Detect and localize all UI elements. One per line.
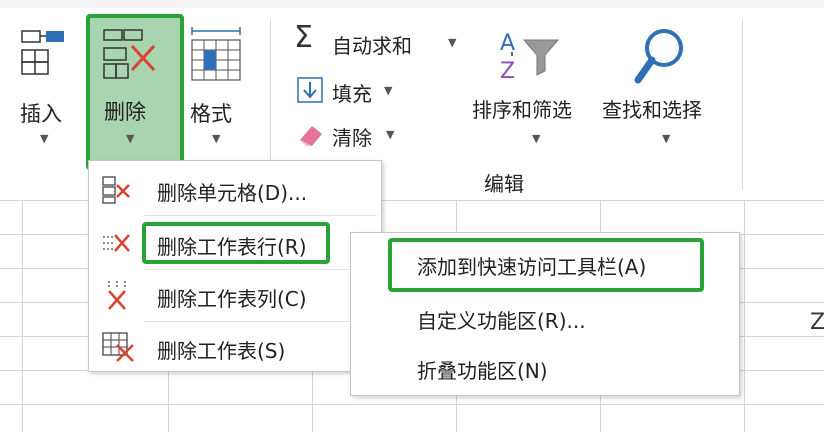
magnifier-icon (634, 29, 683, 84)
menu-item-delete-sheet[interactable]: 删除工作表(S) (89, 321, 381, 373)
format-label: 格式 (190, 102, 232, 126)
autosum-button[interactable]: Σ 自动求和 ▼ (292, 20, 468, 60)
sort-filter-label: 排序和筛选 (472, 98, 572, 122)
context-item-label: 折叠功能区(N) (417, 359, 548, 383)
fill-button[interactable]: 填充 ▼ (292, 72, 402, 108)
menu-separator (145, 215, 377, 216)
insert-label: 插入 (20, 102, 62, 126)
sigma-icon: Σ (294, 20, 313, 55)
ribbon-top-strip (0, 0, 824, 8)
fill-label: 填充 (332, 82, 372, 106)
sort-filter-button[interactable]: A Z 排序和筛选 ▼ (470, 24, 596, 150)
chevron-down-icon: ▼ (40, 132, 49, 145)
find-select-button[interactable]: 查找和选择 ▼ (600, 24, 726, 150)
clear-button[interactable]: 清除 ▼ (292, 116, 408, 152)
highlight-box (86, 14, 184, 170)
sort-filter-icon: A Z (500, 31, 560, 84)
delete-sheet-rows-icon (103, 234, 130, 252)
menu-item-delete-cells[interactable]: 删除单元格(D)... (89, 163, 381, 215)
eraser-icon (300, 126, 322, 146)
menu-item-label: 删除工作表(S) (157, 339, 286, 363)
autosum-label: 自动求和 (332, 34, 412, 58)
context-item-customize-ribbon[interactable]: 自定义功能区(R)... (351, 291, 739, 343)
chevron-down-icon: ▼ (448, 36, 457, 49)
context-item-label: 自定义功能区(R)... (417, 309, 586, 333)
menu-item-label: 删除单元格(D)... (157, 181, 308, 205)
find-select-label: 查找和选择 (602, 98, 702, 122)
insert-button[interactable]: 插入 ▼ (12, 20, 78, 160)
fill-down-icon (297, 77, 323, 103)
editing-group-label: 编辑 (484, 172, 524, 196)
format-button[interactable]: 格式 ▼ (186, 20, 252, 160)
cell-text: Z (810, 310, 824, 335)
delete-cells-icon (102, 176, 130, 204)
highlight-box (388, 238, 704, 292)
insert-cells-icon (21, 30, 64, 75)
chevron-down-icon: ▼ (386, 128, 395, 141)
clear-label: 清除 (332, 126, 372, 150)
delete-sheet-columns-icon (108, 281, 126, 310)
svg-text:A: A (500, 31, 515, 56)
chevron-down-icon: ▼ (384, 84, 393, 97)
menu-item-label: 删除工作表列(C) (157, 287, 307, 311)
chevron-down-icon: ▼ (662, 132, 671, 145)
menu-item-delete-sheet-columns[interactable]: 删除工作表列(C) (89, 269, 381, 321)
group-divider (742, 20, 743, 190)
delete-sheet-icon (102, 332, 134, 362)
delete-dropdown-menu: 删除单元格(D)... 删除工作表行(R) 删除工作表列(C) 删除工作表(S) (88, 160, 382, 372)
svg-text:Z: Z (500, 59, 515, 84)
format-cells-icon (191, 27, 241, 81)
chevron-down-icon: ▼ (532, 132, 541, 145)
context-item-collapse-ribbon[interactable]: 折叠功能区(N) (351, 341, 739, 393)
highlight-box (142, 222, 330, 264)
group-divider (270, 20, 271, 170)
chevron-down-icon: ▼ (212, 132, 221, 145)
